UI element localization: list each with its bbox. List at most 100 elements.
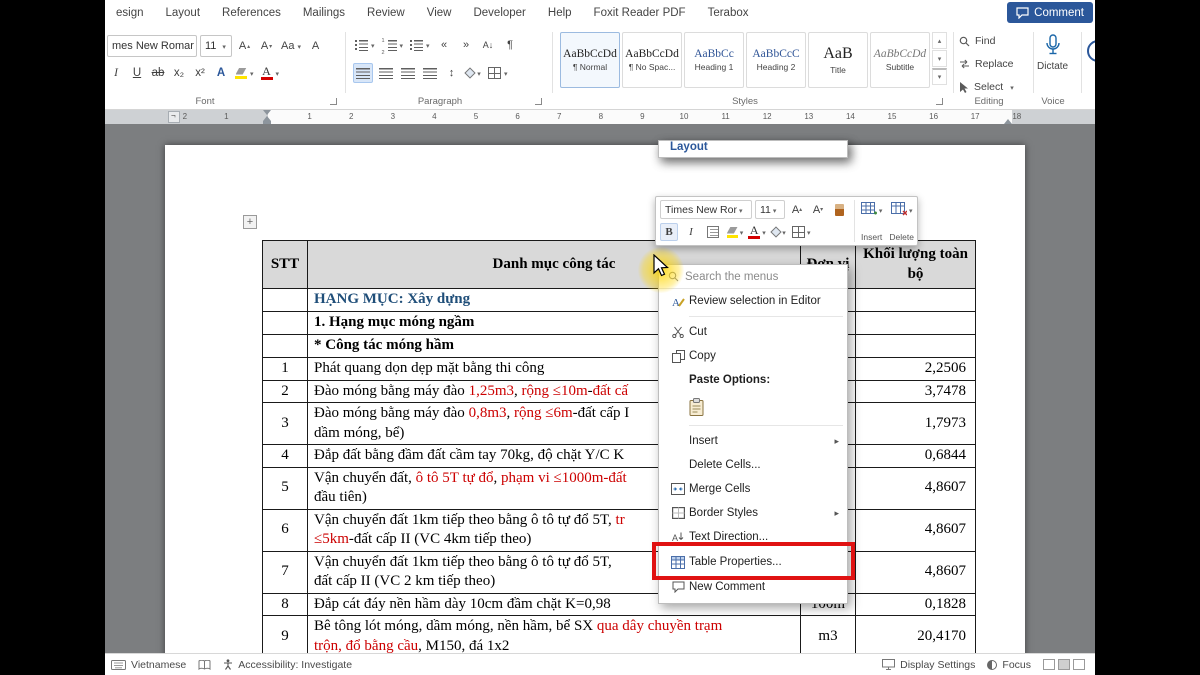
menu-item-cut[interactable]: Cut: [659, 320, 847, 344]
mini-insert-button[interactable]: Insert: [861, 200, 883, 242]
ribbon-tab-developer[interactable]: Developer: [462, 7, 536, 19]
italic-button[interactable]: I: [107, 63, 125, 83]
align-right-button[interactable]: [398, 63, 417, 83]
multilevel-list-button[interactable]: [408, 35, 432, 55]
highlight-color-button[interactable]: [233, 63, 256, 83]
table-cell[interactable]: 5: [263, 467, 308, 509]
clear-formatting-button[interactable]: [306, 36, 325, 56]
superscript-button[interactable]: x²: [191, 63, 209, 83]
menu-item-review-selection-editor[interactable]: A Review selection in Editor: [659, 289, 847, 313]
table-cell[interactable]: 0,1828: [856, 593, 976, 616]
mini-italic-button[interactable]: I: [682, 223, 700, 241]
mini-styles-button[interactable]: [704, 223, 722, 241]
table-cell[interactable]: 9: [263, 616, 308, 654]
style-card-title[interactable]: AaB Title: [808, 32, 868, 88]
table-cell[interactable]: 2,2506: [856, 358, 976, 381]
style-card-heading1[interactable]: AaBbCc Heading 1: [684, 32, 744, 88]
table-cell[interactable]: 2: [263, 380, 308, 403]
style-card-subtitle[interactable]: AaBbCcDd Subtitle: [870, 32, 930, 88]
borders-button[interactable]: [486, 63, 510, 83]
proofing-status[interactable]: [198, 660, 211, 670]
grow-font-button[interactable]: [235, 36, 254, 56]
mini-bold-button[interactable]: B: [660, 223, 678, 241]
col-header-qty[interactable]: Khối lượng toàn bộ: [856, 241, 976, 289]
select-button[interactable]: Select: [959, 81, 1014, 93]
read-mode-button[interactable]: [1043, 659, 1055, 670]
menu-item-merge-cells[interactable]: Merge Cells: [659, 477, 847, 501]
editor-button[interactable]: [1087, 40, 1095, 62]
focus-button[interactable]: Focus: [987, 659, 1031, 671]
table-cell[interactable]: 4,8607: [856, 509, 976, 551]
col-header-stt[interactable]: STT: [263, 241, 308, 289]
style-card-no-spacing[interactable]: AaBbCcDd ¶ No Spac...: [622, 32, 682, 88]
ribbon-tab-foxit-reader-pdf[interactable]: Foxit Reader PDF: [583, 7, 697, 19]
table-cell[interactable]: 1: [263, 358, 308, 381]
menu-item-border-styles[interactable]: Border Styles: [659, 501, 847, 525]
justify-button[interactable]: [420, 63, 439, 83]
mini-font-name-combo[interactable]: Times New Ror: [660, 200, 752, 219]
styles-scroll-down[interactable]: ▾: [932, 50, 947, 67]
table-cell[interactable]: 6: [263, 509, 308, 551]
subscript-button[interactable]: x₂: [170, 63, 188, 83]
language-status[interactable]: Vietnamese: [111, 659, 186, 671]
table-cell[interactable]: 4,8607: [856, 467, 976, 509]
ribbon-tab-view[interactable]: View: [416, 7, 463, 19]
table-cell[interactable]: 1,7973: [856, 403, 976, 445]
table-cell[interactable]: 20,4170: [856, 616, 976, 654]
format-painter-button[interactable]: [830, 201, 848, 219]
menu-item-delete-cells[interactable]: Delete Cells...: [659, 453, 847, 477]
table-cell[interactable]: [856, 335, 976, 358]
table-cell[interactable]: 3,7478: [856, 380, 976, 403]
table-cell[interactable]: [263, 335, 308, 358]
ribbon-tab-mailings[interactable]: Mailings: [292, 7, 356, 19]
first-line-indent-marker[interactable]: [263, 110, 271, 115]
ribbon-tab-references[interactable]: References: [211, 7, 292, 19]
paragraph-dialog-launcher[interactable]: [535, 98, 542, 105]
show-marks-button[interactable]: ¶: [501, 35, 520, 55]
mini-font-color-button[interactable]: A: [748, 223, 766, 241]
text-effects-button[interactable]: A: [212, 63, 230, 83]
find-button[interactable]: Find: [959, 35, 995, 47]
table-cell[interactable]: [263, 312, 308, 335]
table-cell[interactable]: [856, 289, 976, 312]
ribbon-tab-esign[interactable]: esign: [105, 7, 155, 19]
table-cell[interactable]: 7: [263, 551, 308, 593]
table-cell[interactable]: 3: [263, 403, 308, 445]
strikethrough-button[interactable]: ab: [149, 63, 167, 83]
ribbon-tab-help[interactable]: Help: [537, 7, 583, 19]
comments-button[interactable]: Comment: [1007, 2, 1093, 23]
styles-gallery-expand[interactable]: ▾: [932, 68, 947, 85]
mini-shrink-font-button[interactable]: [809, 201, 827, 219]
styles-dialog-launcher[interactable]: [936, 98, 943, 105]
numbering-button[interactable]: [380, 35, 406, 55]
table-cell[interactable]: 4: [263, 445, 308, 468]
table-cell[interactable]: m3: [801, 616, 856, 654]
table-cell[interactable]: 4,8607: [856, 551, 976, 593]
ribbon-tab-layout[interactable]: Layout: [658, 140, 848, 158]
accessibility-status[interactable]: Accessibility: Investigate: [223, 659, 352, 671]
ribbon-tab-review[interactable]: Review: [356, 7, 416, 19]
shrink-font-button[interactable]: [257, 36, 276, 56]
font-size-combo[interactable]: 11: [200, 35, 232, 57]
sort-button[interactable]: A↓: [479, 35, 498, 55]
menu-search-box[interactable]: Search the menus: [659, 265, 847, 289]
line-spacing-button[interactable]: ↕: [442, 63, 461, 83]
table-cell[interactable]: [263, 289, 308, 312]
print-layout-button[interactable]: [1058, 659, 1070, 670]
table-move-handle-icon[interactable]: [243, 215, 257, 229]
ribbon-tab-terabox[interactable]: Terabox: [697, 7, 760, 19]
font-color-button[interactable]: A: [259, 63, 282, 83]
table-cell[interactable]: Bê tông lót móng, dầm móng, nền hầm, bể …: [308, 616, 801, 654]
menu-item-copy[interactable]: Copy: [659, 344, 847, 368]
font-name-combo[interactable]: mes New Romar: [107, 35, 197, 57]
tab-selector[interactable]: [168, 111, 180, 123]
table-cell[interactable]: 8: [263, 593, 308, 616]
replace-button[interactable]: Replace: [959, 58, 1014, 70]
mini-grow-font-button[interactable]: [788, 201, 806, 219]
table-cell[interactable]: 0,6844: [856, 445, 976, 468]
paste-keep-source-button[interactable]: [659, 392, 847, 422]
increase-indent-button[interactable]: »: [457, 35, 476, 55]
mini-delete-button[interactable]: Delete: [889, 200, 914, 242]
font-dialog-launcher[interactable]: [330, 98, 337, 105]
mini-shading-button[interactable]: [770, 223, 788, 241]
